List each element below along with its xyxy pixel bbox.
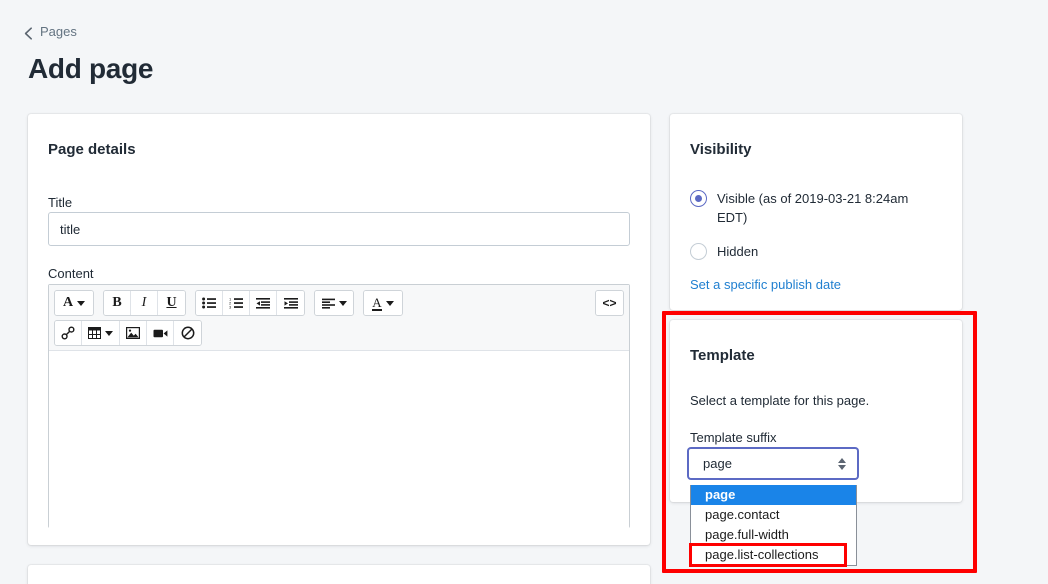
dropdown-option-page-full-width[interactable]: page.full-width: [691, 525, 856, 545]
toolbar-group-insert: [54, 320, 202, 346]
dropdown-option-page-contact[interactable]: page.contact: [691, 505, 856, 525]
image-icon[interactable]: [120, 321, 147, 345]
toolbar-group-font: A: [54, 290, 94, 316]
toolbar-row-1: A B I U 1 2 3 A <>: [54, 290, 624, 316]
toolbar-row-2: [54, 320, 624, 346]
visibility-card: Visibility Visible (as of 2019-03-21 8:2…: [670, 114, 962, 310]
breadcrumb-label: Pages: [40, 24, 77, 39]
set-publish-date-link[interactable]: Set a specific publish date: [690, 277, 841, 292]
bulleted-list-icon[interactable]: [196, 291, 223, 315]
align-icon[interactable]: [315, 291, 353, 315]
template-suffix-dropdown[interactable]: page page.contact page.full-width page.l…: [689, 485, 857, 567]
toolbar-group-color: A: [363, 290, 403, 316]
svg-text:3: 3: [229, 305, 232, 309]
chevron-down-icon: [385, 300, 394, 306]
link-icon[interactable]: [55, 321, 82, 345]
underline-icon[interactable]: U: [158, 291, 185, 315]
content-editor: A B I U 1 2 3 A <>: [48, 284, 630, 540]
radio-hidden-label: Hidden: [717, 244, 759, 259]
numbered-list-icon[interactable]: 1 2 3: [223, 291, 250, 315]
font-family-icon[interactable]: A: [55, 291, 93, 315]
radio-visible-indicator[interactable]: [690, 190, 707, 207]
title-label: Title: [48, 195, 73, 210]
template-suffix-label: Template suffix: [690, 430, 777, 445]
code-view-icon[interactable]: <>: [596, 291, 623, 315]
secondary-card: [28, 565, 650, 584]
chevron-down-icon: [338, 300, 347, 306]
toolbar-group-style: B I U: [103, 290, 186, 316]
radio-visible-label: Visible (as of 2019-03-21 8:24am EDT): [717, 191, 909, 225]
up-down-stepper-icon: [838, 457, 846, 470]
toolbar-group-code: <>: [595, 290, 624, 316]
outdent-icon[interactable]: [250, 291, 277, 315]
radio-option-visible[interactable]: Visible (as of 2019-03-21 8:24am EDT): [690, 189, 929, 227]
page-details-card: Page details Title Content A B I: [28, 114, 650, 545]
content-label: Content: [48, 266, 94, 281]
visibility-title: Visibility: [690, 141, 752, 158]
text-color-icon[interactable]: A: [364, 291, 402, 315]
editor-toolbar: A B I U 1 2 3 A <>: [49, 285, 629, 351]
radio-hidden-indicator[interactable]: [690, 243, 707, 260]
table-icon[interactable]: [82, 321, 120, 345]
template-suffix-select[interactable]: page: [688, 448, 858, 479]
toolbar-group-align: [314, 290, 354, 316]
page-title: Add page: [28, 53, 154, 84]
template-description: Select a template for this page.: [690, 393, 870, 408]
dropdown-option-page[interactable]: page: [691, 485, 856, 505]
chevron-left-icon: [24, 27, 33, 40]
template-title: Template: [690, 347, 755, 364]
toolbar-group-lists: 1 2 3: [195, 290, 305, 316]
title-input[interactable]: [48, 212, 630, 246]
radio-option-hidden[interactable]: Hidden: [690, 242, 929, 261]
page-details-title: Page details: [48, 141, 136, 158]
video-icon[interactable]: [147, 321, 174, 345]
chevron-down-icon: [77, 300, 86, 306]
add-page-screen: Pages Add page Page details Title Conten…: [0, 0, 1048, 584]
template-card: Template Select a template for this page…: [670, 320, 962, 502]
italic-icon[interactable]: I: [131, 291, 158, 315]
breadcrumb[interactable]: Pages: [24, 24, 77, 40]
clear-formatting-icon[interactable]: [174, 321, 201, 345]
template-suffix-value: page: [703, 456, 732, 471]
editor-content-area[interactable]: [49, 351, 629, 540]
dropdown-option-page-list-collections[interactable]: page.list-collections: [689, 543, 847, 567]
chevron-down-icon: [105, 330, 113, 336]
bold-icon[interactable]: B: [104, 291, 131, 315]
indent-icon[interactable]: [277, 291, 304, 315]
